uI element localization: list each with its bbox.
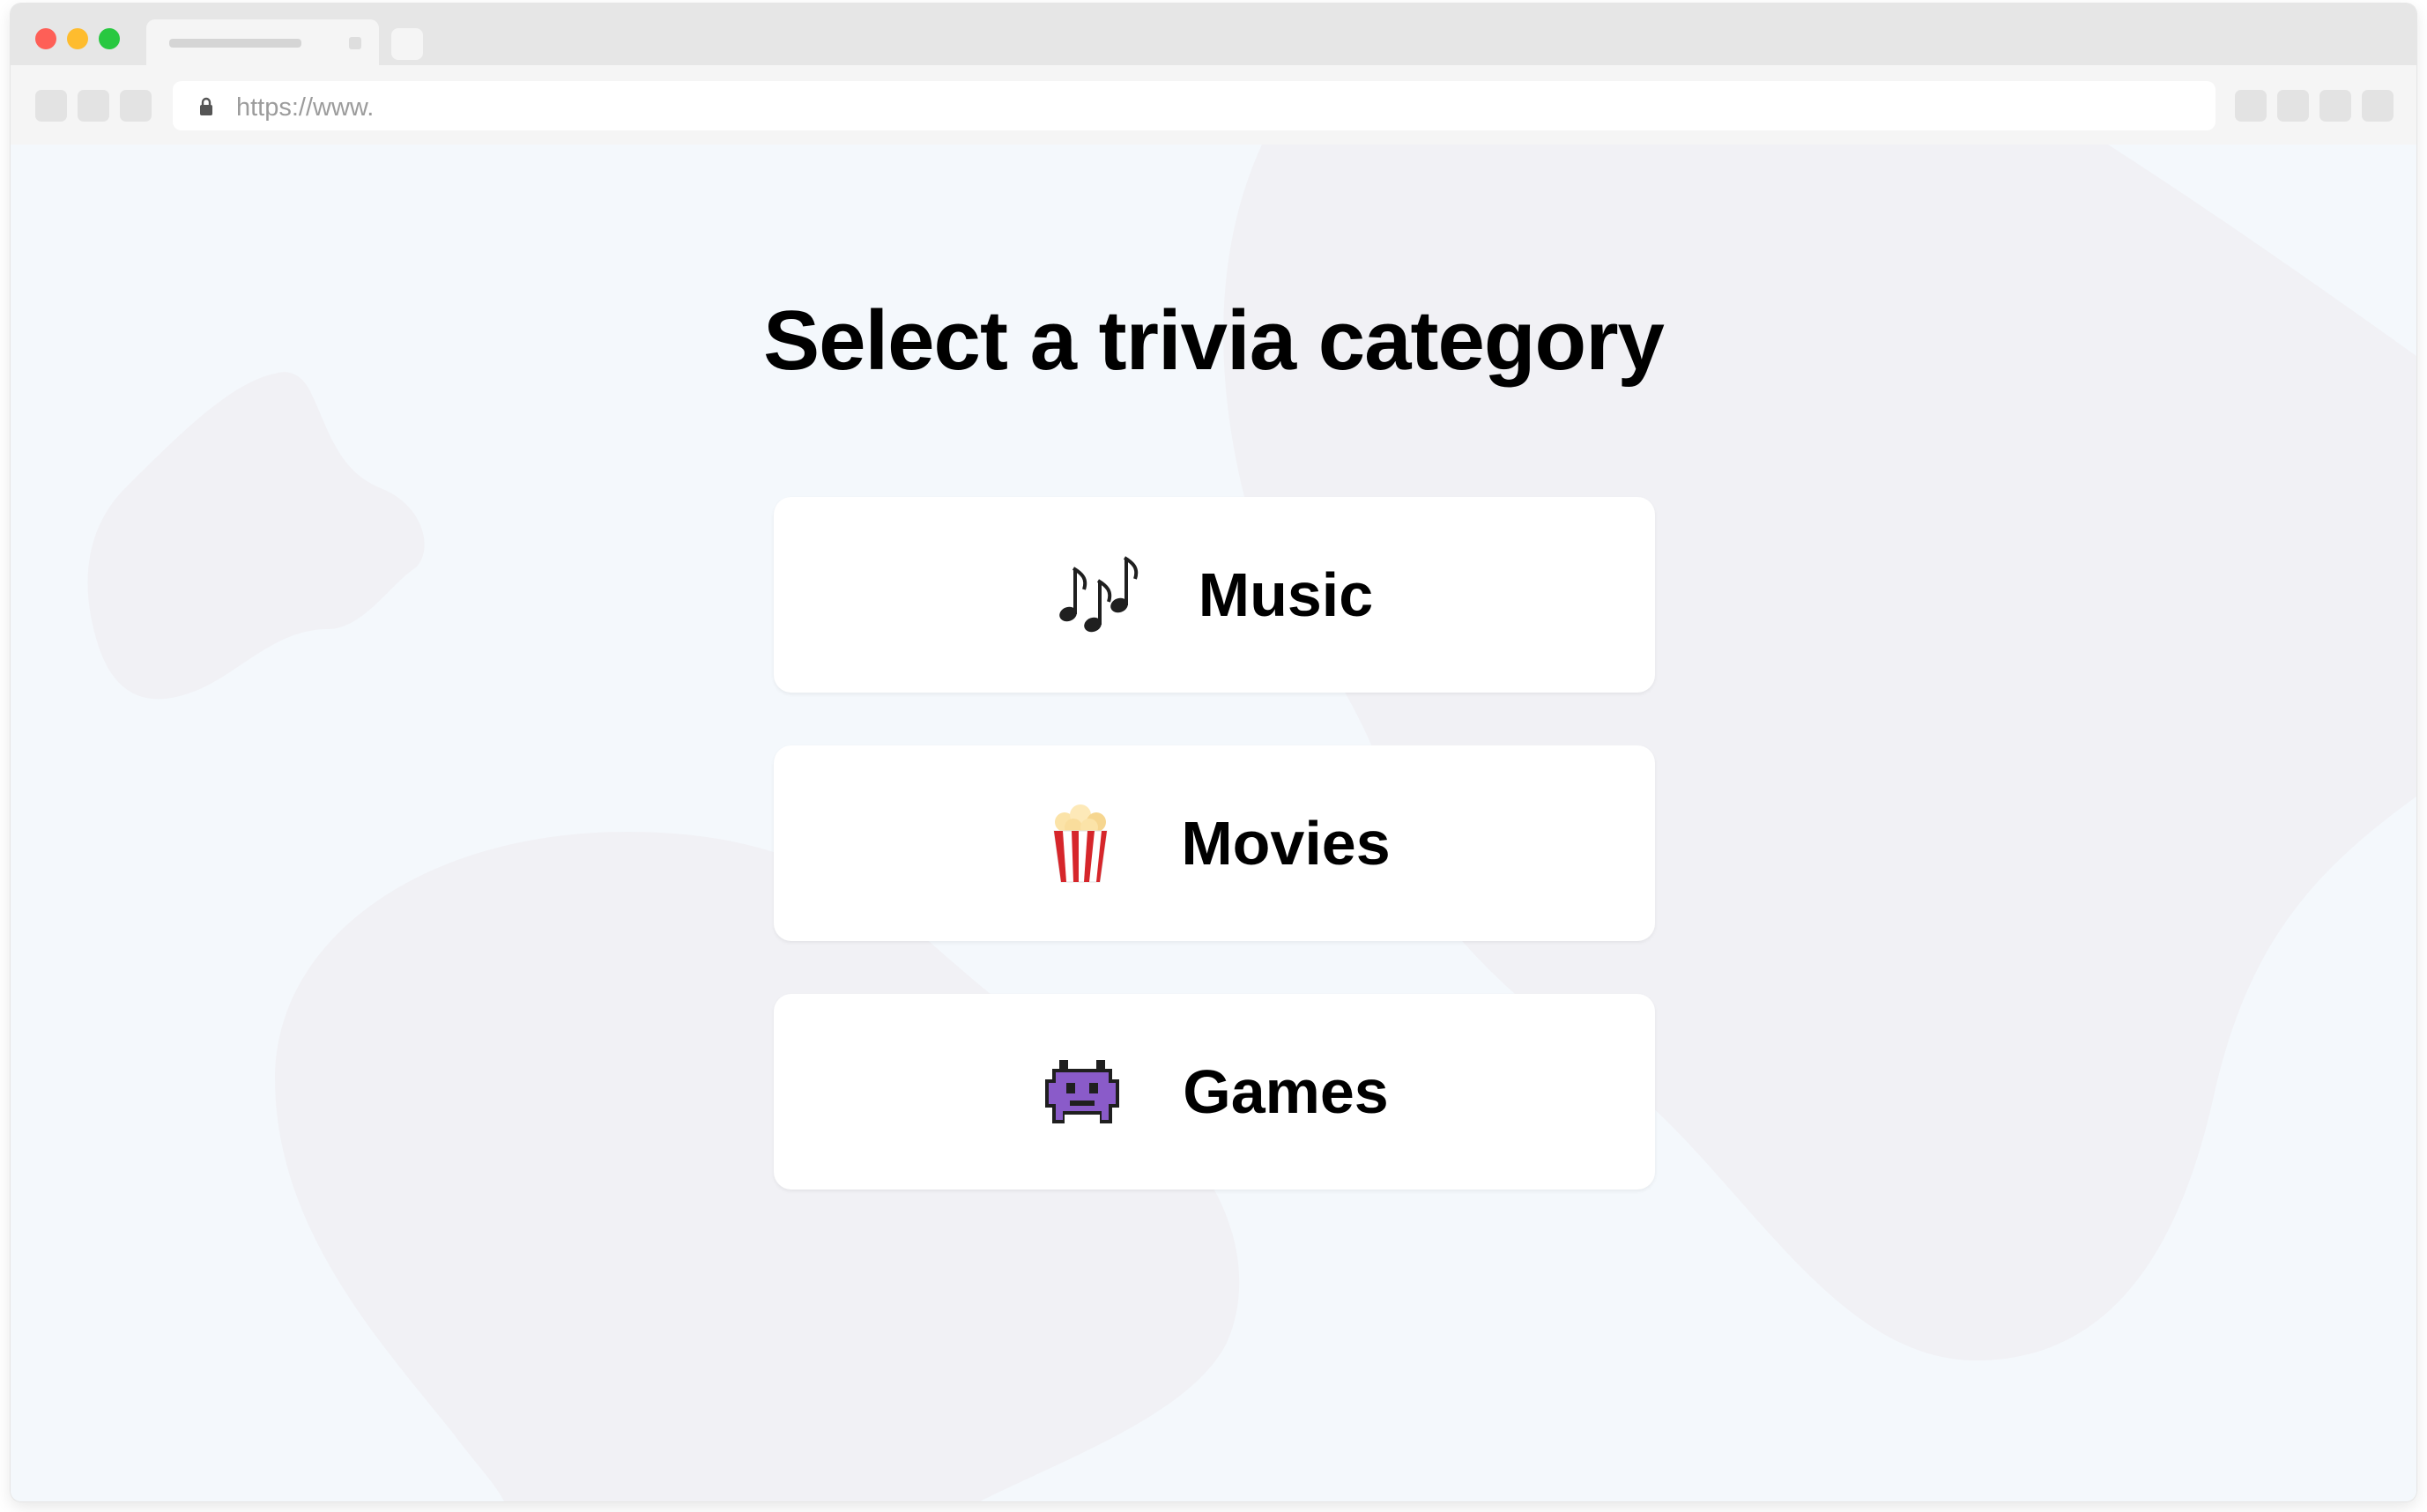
address-bar[interactable]: https://www. [173,81,2215,130]
category-label: Music [1198,560,1374,629]
lock-icon [200,97,212,115]
url-text: https://www. [236,93,375,122]
maximize-window-button[interactable] [99,28,120,49]
extension-button-2[interactable] [2277,90,2309,122]
musical-notes-icon [1059,556,1139,633]
page-content: Select a trivia category Music Movies Ga… [11,145,2416,1501]
category-label: Movies [1181,809,1391,878]
close-window-button[interactable] [35,28,56,49]
extension-button-4[interactable] [2362,90,2394,122]
title-bar [11,4,2416,65]
minimize-window-button[interactable] [67,28,88,49]
extension-button-3[interactable] [2319,90,2351,122]
category-label: Games [1183,1057,1389,1126]
category-card-movies[interactable]: Movies [774,745,1655,941]
category-card-games[interactable]: Games [774,994,1655,1190]
category-card-music[interactable]: Music [774,497,1655,693]
extension-button-1[interactable] [2235,90,2267,122]
forward-button[interactable] [78,90,109,122]
reload-button[interactable] [120,90,152,122]
tab-title-placeholder [169,39,301,48]
browser-tab[interactable] [146,19,379,65]
popcorn-icon [1053,804,1108,883]
alien-monster-icon [1045,1060,1120,1123]
browser-window: https://www. Select a trivia category Mu… [11,4,2416,1501]
browser-toolbar: https://www. [11,65,2416,145]
new-tab-button[interactable] [391,28,423,60]
back-button[interactable] [35,90,67,122]
page-title: Select a trivia category [763,293,1665,388]
tab-close-icon[interactable] [349,37,361,49]
